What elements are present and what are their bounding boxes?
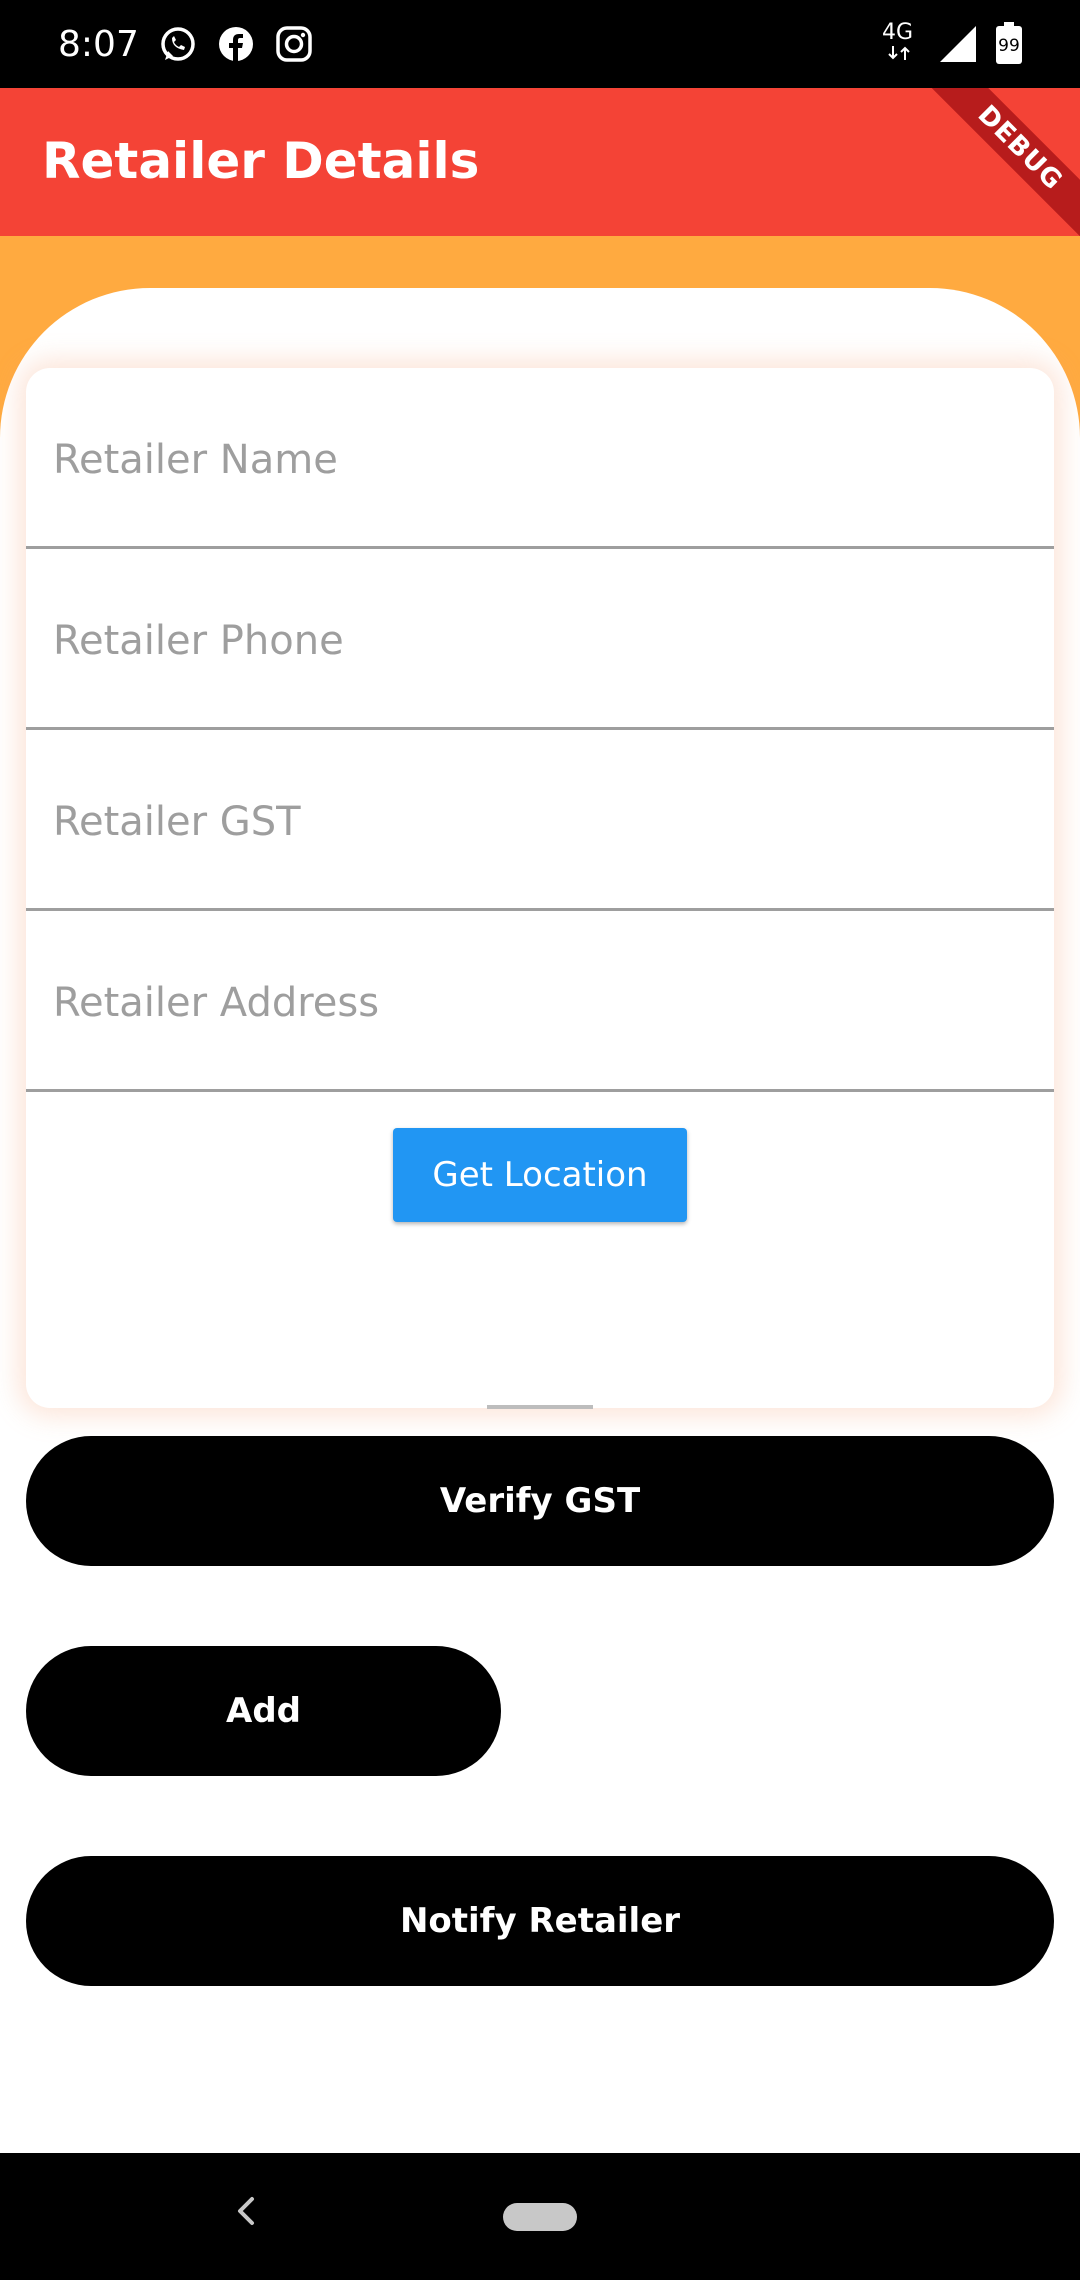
retailer-address-field [26, 911, 1054, 1092]
battery-icon: 99 [996, 22, 1022, 64]
notify-retailer-button[interactable]: Notify Retailer [26, 1856, 1054, 1986]
retailer-phone-input[interactable] [53, 611, 1013, 671]
retailer-form-card: Get Location [26, 368, 1054, 1409]
data-arrows-icon [888, 46, 910, 60]
retailer-phone-field [26, 549, 1054, 730]
battery-level: 99 [998, 36, 1020, 56]
add-button[interactable]: Add [26, 1646, 501, 1776]
retailer-address-input[interactable] [53, 973, 1013, 1033]
home-pill-icon[interactable] [503, 2203, 577, 2231]
retailer-name-input[interactable] [53, 430, 1013, 490]
retailer-name-field [26, 368, 1054, 549]
signal-icon [940, 26, 976, 62]
page-title: Retailer Details [42, 132, 480, 190]
back-icon[interactable] [226, 2191, 266, 2231]
debug-badge: DEBUG [913, 88, 1080, 236]
retailer-gst-input[interactable] [53, 792, 1013, 852]
system-nav-bar [0, 2153, 1080, 2280]
retailer-gst-field [26, 730, 1054, 911]
status-time: 8:07 [58, 24, 139, 65]
network-4g-icon: 4G [882, 20, 914, 45]
scroll-indicator [487, 1405, 593, 1409]
whatsapp-icon [161, 27, 195, 61]
verify-gst-button[interactable]: Verify GST [26, 1436, 1054, 1566]
instagram-icon [276, 26, 312, 62]
facebook-icon [219, 27, 253, 61]
app-bar: Retailer Details DEBUG [0, 88, 1080, 236]
get-location-button[interactable]: Get Location [393, 1128, 687, 1222]
status-bar: 8:07 4G 99 [0, 0, 1080, 88]
